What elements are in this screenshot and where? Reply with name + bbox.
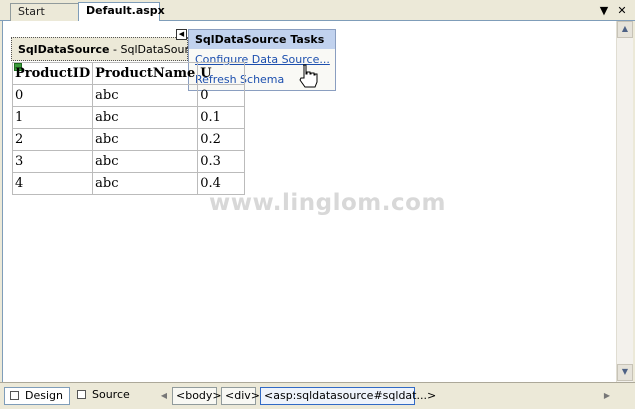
table-cell: 0	[197, 84, 245, 107]
sqldatasource-control[interactable]: SqlDataSource - SqlDataSource1	[11, 37, 209, 61]
breadcrumb-body[interactable]: <body>	[172, 387, 222, 405]
table-cell: 3	[11, 150, 94, 173]
table-cell: 1	[11, 106, 94, 129]
smart-tag-button[interactable]: ◀	[176, 29, 187, 40]
table-cell: 0.2	[197, 128, 245, 151]
table-cell: 2	[11, 128, 94, 151]
chevron-down-icon[interactable]: ▼	[597, 4, 611, 18]
source-view-button[interactable]: Source	[72, 387, 132, 405]
table-cell: abc	[92, 150, 199, 173]
sqldatasource-caption: SqlDataSource - SqlDataSource1	[18, 43, 209, 56]
control-type-label: SqlDataSource	[18, 43, 110, 56]
vertical-scrollbar[interactable]: ▲ ▼	[616, 21, 633, 382]
table-cell: 0	[11, 84, 94, 107]
breadcrumb-back-icon[interactable]: ◀	[158, 388, 170, 404]
hand-cursor-icon	[299, 64, 318, 88]
source-view-label: Source	[92, 388, 130, 401]
watermark-text: www.linglom.com	[209, 190, 446, 216]
document-tab-strip: Start Page Default.aspx ▼ ✕	[0, 0, 635, 34]
table-cell: 4	[11, 172, 94, 195]
breadcrumb-sqldatasource[interactable]: <asp:sqldatasource#sqldat...>	[260, 387, 436, 405]
design-view-icon	[10, 391, 19, 400]
source-view-icon	[77, 390, 86, 399]
column-header: U	[197, 62, 245, 85]
column-header: ProductName	[92, 62, 199, 85]
close-icon[interactable]: ✕	[615, 4, 629, 18]
table-cell: 0.3	[197, 150, 245, 173]
breadcrumb-forward-icon[interactable]: ▶	[601, 388, 613, 404]
table-row: 3 abc 0.3	[11, 150, 245, 173]
table-cell: abc	[92, 106, 199, 129]
table-cell: abc	[92, 128, 199, 151]
design-view-label: Design	[25, 389, 63, 402]
tasks-panel-title: SqlDataSource Tasks	[189, 30, 335, 49]
gridview-preview[interactable]: ProductID ProductName U 0 abc 0 1 abc 0.…	[11, 62, 245, 195]
table-row: 1 abc 0.1	[11, 106, 245, 129]
table-cell: 0.1	[197, 106, 245, 129]
tab-start-page[interactable]: Start Page	[10, 3, 80, 34]
design-view-button[interactable]: Design	[4, 387, 70, 405]
column-header: ProductID	[11, 62, 94, 85]
view-switcher-bar: Design Source ◀ <body> <div> <asp:sqldat…	[0, 382, 635, 409]
table-header-row: ProductID ProductName U	[11, 62, 245, 85]
scroll-up-icon[interactable]: ▲	[617, 21, 633, 38]
table-cell: abc	[92, 84, 199, 107]
table-row: 2 abc 0.2	[11, 128, 245, 151]
table-cell: abc	[92, 172, 199, 195]
caption-separator: -	[109, 43, 121, 56]
table-row: 0 abc 0	[11, 84, 245, 107]
scroll-down-icon[interactable]: ▼	[617, 364, 633, 381]
tab-default-aspx[interactable]: Default.aspx	[78, 2, 165, 22]
breadcrumb-div[interactable]: <div>	[221, 387, 260, 405]
